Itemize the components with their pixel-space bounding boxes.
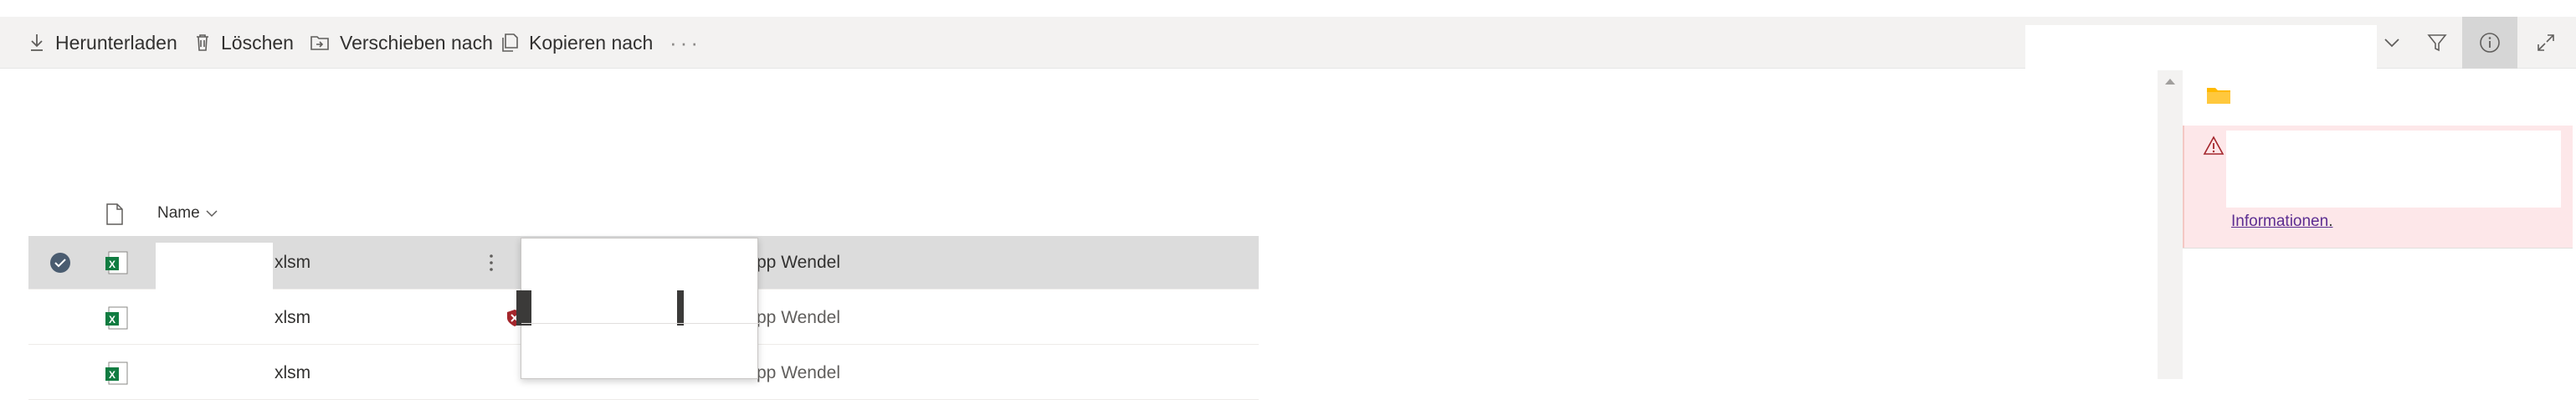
name-column-header[interactable]: Name [157, 204, 218, 223]
expand-button[interactable] [2519, 17, 2573, 69]
file-extension[interactable]: xlsm [275, 236, 310, 290]
more-information-link[interactable]: Informationen. [2231, 213, 2332, 231]
download-icon [31, 34, 43, 51]
popup-handle-right [677, 290, 684, 326]
row-more-icon[interactable] [489, 236, 494, 290]
info-pane-button[interactable] [2462, 17, 2517, 69]
copy-to-button[interactable]: Kopieren nach [500, 17, 653, 69]
filter-button[interactable] [2410, 17, 2464, 69]
redacted-name [156, 243, 273, 290]
scroll-up-icon[interactable] [2164, 77, 2176, 85]
move-label: Verschieben nach [340, 31, 493, 54]
context-popup[interactable] [516, 238, 759, 379]
details-separator [2183, 248, 2573, 249]
search-input[interactable] [2025, 25, 2377, 69]
row-checkbox[interactable] [49, 236, 72, 290]
command-bar: Herunterladen Löschen Verschieben nach K… [0, 17, 2576, 69]
sort-chevron-icon [206, 210, 218, 218]
filter-icon [2427, 34, 2447, 52]
warning-icon [2203, 136, 2224, 155]
delete-label: Löschen [221, 31, 294, 54]
svg-text:X: X [109, 314, 115, 326]
popup-divider [521, 323, 759, 324]
chevron-down-icon [2384, 38, 2399, 48]
copy-icon [502, 33, 518, 52]
expand-icon [2538, 34, 2554, 51]
name-header-label: Name [157, 204, 200, 222]
move-icon [310, 36, 329, 50]
trash-icon [197, 34, 208, 51]
list-header: Name [28, 192, 1259, 234]
excel-file-icon: X [104, 236, 129, 290]
folder-icon [2207, 88, 2230, 104]
info-icon [2480, 33, 2500, 53]
file-extension[interactable]: xlsm [275, 346, 310, 400]
excel-file-icon: X [104, 291, 129, 345]
modified-by: ilipp Wendel [745, 363, 841, 382]
delete-button[interactable]: Löschen [194, 17, 294, 69]
copy-label: Kopieren nach [529, 31, 654, 54]
download-label: Herunterladen [55, 31, 177, 54]
more-information-label: Informationen [2231, 213, 2329, 230]
file-type-icon[interactable] [105, 203, 124, 226]
popup-handle-left [516, 290, 531, 326]
svg-text:X: X [109, 259, 115, 270]
download-button[interactable]: Herunterladen [28, 17, 177, 69]
more-label: ··· [670, 29, 701, 55]
checkmark-circle-icon [50, 253, 70, 273]
error-message-bar: Informationen. [2183, 126, 2573, 248]
more-actions-button[interactable]: ··· [670, 17, 701, 69]
move-to-button[interactable]: Verschieben nach [310, 17, 493, 69]
excel-file-icon: X [104, 346, 129, 400]
details-scrollbar[interactable] [2158, 70, 2183, 379]
file-extension[interactable]: xlsm [275, 291, 310, 345]
redacted-error-text [2226, 131, 2561, 208]
modified-by: ilipp Wendel [745, 308, 841, 327]
top-strip [0, 0, 2576, 17]
modified-by: ilipp Wendel [745, 253, 841, 272]
link-suffix: . [2328, 213, 2333, 230]
